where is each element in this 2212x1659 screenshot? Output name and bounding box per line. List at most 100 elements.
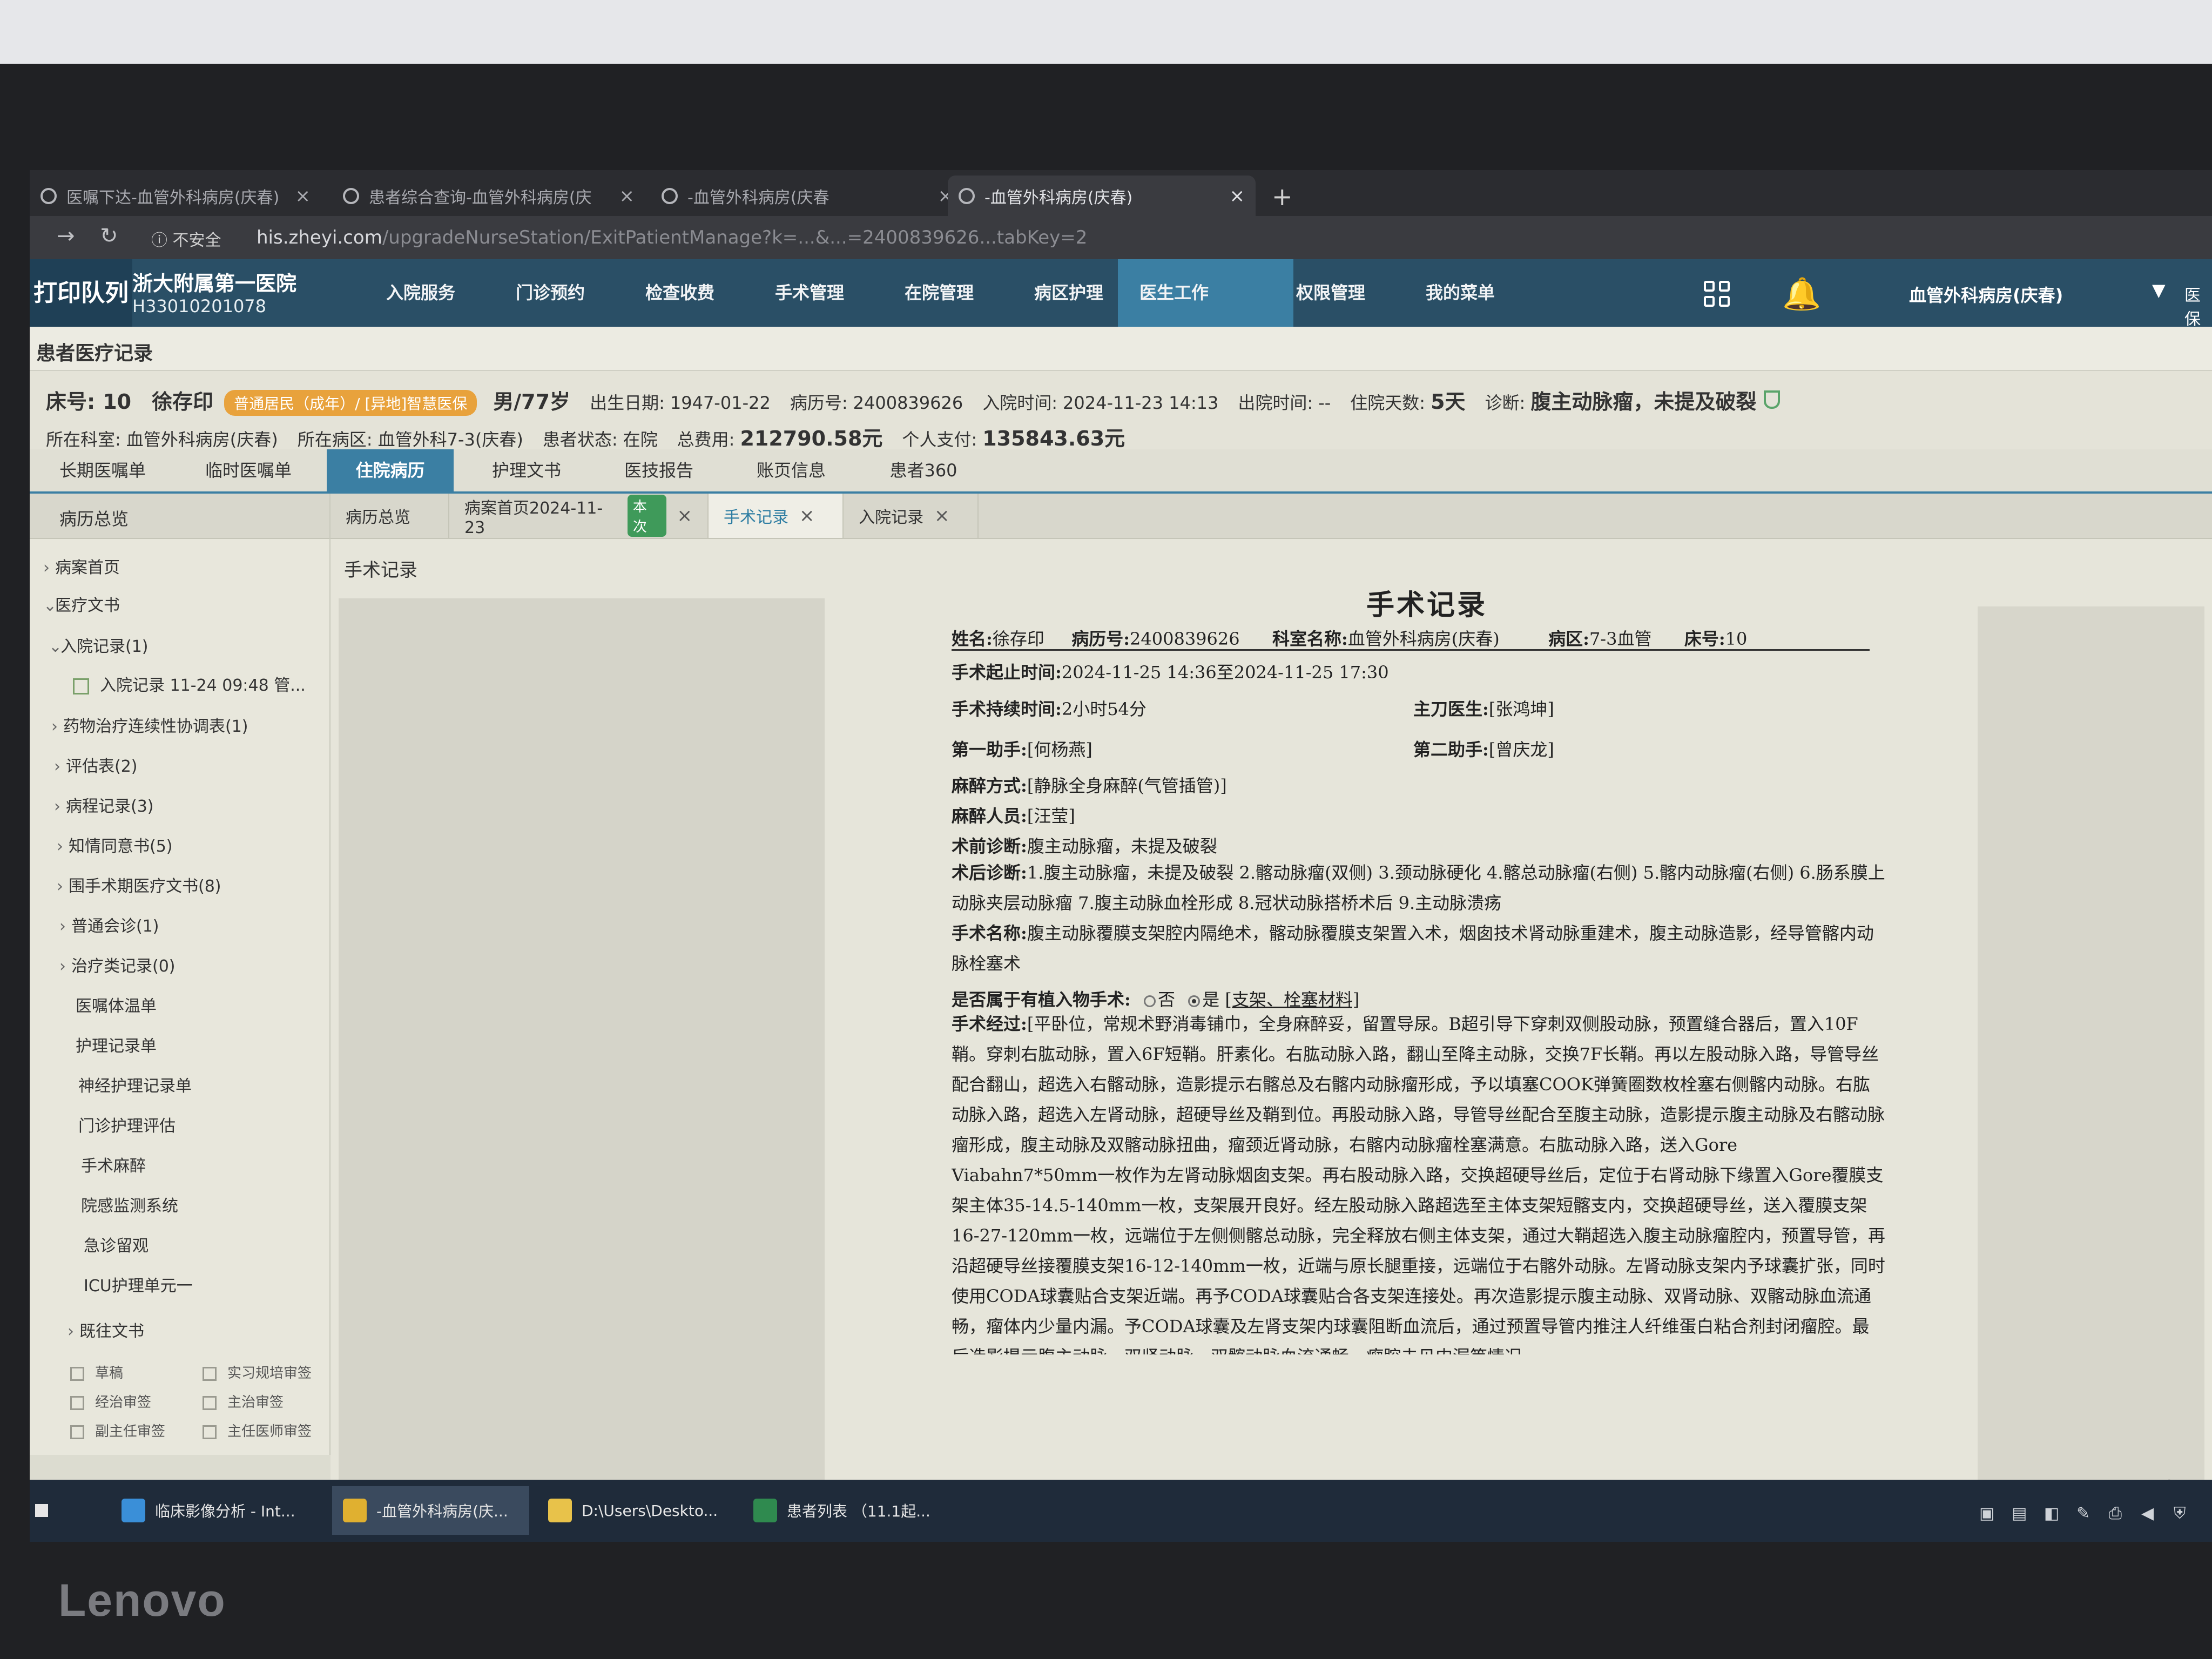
tree-item[interactable]: ⌄医疗文书	[43, 592, 120, 616]
reload-icon[interactable]: ↻	[100, 224, 118, 248]
menu-my-menu[interactable]: 我的菜单	[1404, 259, 1516, 327]
shield-icon[interactable]	[1764, 390, 1781, 409]
chevron-down-icon[interactable]: ▼	[2152, 280, 2166, 300]
tree-item[interactable]: 门诊护理评估	[78, 1112, 176, 1136]
field-label: 病历号:	[1071, 629, 1130, 649]
close-icon[interactable]: ×	[934, 505, 950, 527]
tree-item[interactable]: 医嘱体温单	[76, 993, 157, 1016]
doc-tab-overview[interactable]: 病历总览	[331, 494, 449, 538]
close-icon[interactable]: ×	[677, 505, 693, 527]
page-title-bar: 患者医疗记录	[30, 327, 2212, 371]
tree-item[interactable]: › 既往文书	[68, 1318, 144, 1341]
app-header: 打印队列 浙大附属第一医院 H33010201078 入院服务 门诊预约 检查收…	[30, 259, 2212, 329]
tree-item[interactable]: 院感监测系统	[81, 1192, 178, 1216]
chevron-right-icon: ›	[59, 917, 66, 936]
tab-temporary-orders[interactable]: 临时医嘱单	[186, 449, 311, 491]
new-tab-icon[interactable]: +	[1272, 182, 1293, 211]
browser-tab[interactable]: -血管外科病房(庆春 ×	[651, 176, 964, 216]
tray-app-icon[interactable]: ▤	[2012, 1504, 2027, 1523]
menu-ward-nursing[interactable]: 病区护理	[1013, 259, 1125, 327]
bed-value: 10	[1725, 629, 1748, 649]
implant-detail-link[interactable]: [支架、栓塞材料]	[1225, 989, 1359, 1010]
close-icon[interactable]: ×	[799, 505, 815, 527]
tree-item-label: 急诊留观	[84, 1237, 149, 1256]
menu-outpatient[interactable]: 门诊预约	[494, 259, 606, 327]
menu-doctor-work[interactable]: 医生工作	[1118, 259, 1293, 327]
tree-item[interactable]: › 治疗类记录(0)	[59, 953, 176, 976]
legend-swatch-icon	[70, 1425, 84, 1439]
taskbar-item-ie[interactable]: 临床影像分析 - Int...	[111, 1486, 327, 1535]
tab-account-info[interactable]: 账页信息	[732, 449, 851, 491]
close-icon[interactable]: ×	[295, 185, 311, 207]
tray-printer-icon[interactable]: ⎙	[2109, 1504, 2122, 1523]
birth-label: 出生日期:	[590, 393, 665, 413]
field-label: 病区:	[1548, 629, 1589, 649]
url-path: /upgradeNurseStation/ExitPatientManage?k…	[382, 227, 1088, 248]
tray-shield-icon[interactable]: ⛨	[2174, 1504, 2186, 1523]
security-label: 不安全	[172, 231, 221, 250]
taskbar-item-excel[interactable]: 患者列表 （11.1起...	[743, 1486, 942, 1535]
browser-tab[interactable]: 医嘱下达-血管外科病房(庆春) ×	[30, 176, 321, 216]
ward-value: 血管外科7-3(庆春)	[377, 429, 523, 450]
assistant-2-value: [曾庆龙]	[1488, 739, 1554, 760]
tree-item[interactable]: › 病程记录(3)	[54, 793, 154, 817]
taskbar-item-explorer[interactable]: D:\Users\Deskto...	[537, 1486, 737, 1535]
menu-surgery[interactable]: 手术管理	[753, 259, 866, 327]
implant-yes-radio[interactable]	[1188, 995, 1201, 1007]
browser-tab-icon	[662, 187, 678, 204]
implant-yes-label: 是	[1202, 989, 1220, 1010]
tree-item-label: 病程记录(3)	[66, 797, 154, 816]
duration-line: 手术持续时间:2小时54分	[952, 696, 1147, 720]
tab-tech-reports[interactable]: 医技报告	[599, 449, 718, 491]
doc-tab-surgery-record[interactable]: 手术记录 ×	[709, 494, 844, 538]
browser-tab-active[interactable]: -血管外科病房(庆春) ×	[948, 176, 1256, 216]
tree-item[interactable]: 护理记录单	[76, 1033, 157, 1056]
tree-item[interactable]: › 知情同意书(5)	[57, 833, 173, 857]
tab-nursing-docs[interactable]: 护理文书	[467, 449, 586, 491]
tray-volume-icon[interactable]: ◀	[2141, 1504, 2154, 1523]
sidebar-header[interactable]: 病历总览	[30, 494, 329, 539]
tree-item[interactable]: › 病案首页	[43, 554, 120, 578]
tab-long-term-orders[interactable]: 长期医嘱单	[41, 449, 165, 491]
close-icon[interactable]: ×	[1230, 185, 1245, 207]
page-title: 患者医疗记录	[36, 342, 153, 365]
tree-item-document[interactable]: 入院记录 11-24 09:48 管...	[73, 672, 306, 696]
bed-label: 床号:	[46, 390, 96, 414]
print-queue-button[interactable]: 打印队列	[30, 259, 132, 327]
security-indicator[interactable]: ⓘ 不安全	[151, 227, 221, 251]
tab-patient-360[interactable]: 患者360	[864, 449, 983, 491]
tab-inpatient-record[interactable]: 住院病历	[327, 449, 454, 491]
doc-tab-case-front[interactable]: 病案首页2024-11-23 本次 ×	[449, 494, 709, 538]
tree-item[interactable]: 神经护理记录单	[78, 1073, 192, 1096]
surgery-period: 2024-11-25 14:36至2024-11-25 17:30	[1061, 662, 1389, 683]
insurance-badge: 普通居民（成年）/ [异地]智慧医保	[224, 390, 477, 416]
tree-item[interactable]: ICU护理单元一	[84, 1272, 193, 1296]
start-icon[interactable]	[35, 1504, 48, 1517]
forward-icon[interactable]: →	[57, 224, 75, 248]
tray-pen-icon[interactable]: ✎	[2076, 1504, 2090, 1523]
anesthesia-method: [静脉全身麻醉(气管插管)]	[1027, 775, 1227, 796]
taskbar-item-chrome[interactable]: -血管外科病房(庆...	[332, 1486, 529, 1535]
tree-item[interactable]: › 普通会诊(1)	[59, 913, 159, 936]
implant-no-radio[interactable]	[1144, 995, 1156, 1007]
tree-item[interactable]: › 药物治疗连续性协调表(1)	[51, 713, 248, 737]
tree-item[interactable]: 手术麻醉	[81, 1152, 146, 1176]
close-icon[interactable]: ×	[619, 185, 635, 207]
tree-item[interactable]: ⌄入院记录(1)	[49, 633, 149, 657]
department-selector[interactable]: 血管外科病房(庆春)	[1909, 282, 2063, 307]
tray-network-icon[interactable]: ▣	[1979, 1504, 1994, 1523]
menu-billing[interactable]: 检查收费	[624, 259, 736, 327]
tree-item[interactable]: › 围手术期医疗文书(8)	[57, 873, 221, 896]
tree-item[interactable]: 急诊留观	[84, 1232, 149, 1256]
apps-grid-icon[interactable]	[1704, 281, 1731, 308]
browser-tab[interactable]: 患者综合查询-血管外科病房(庆 ×	[332, 176, 645, 216]
doc-tab-admission-record[interactable]: 入院记录 ×	[844, 494, 979, 538]
record-header-line: 姓名:徐存印 病历号:2400839626 科室名称:血管外科病房(庆春) 病区…	[952, 625, 1747, 650]
menu-permissions[interactable]: 权限管理	[1274, 259, 1387, 327]
menu-admission[interactable]: 入院服务	[365, 259, 477, 327]
tray-app-icon[interactable]: ◧	[2044, 1504, 2059, 1523]
bell-icon[interactable]: 🔔	[1782, 275, 1821, 313]
menu-inpatient[interactable]: 在院管理	[883, 259, 995, 327]
tree-item[interactable]: › 评估表(2)	[54, 753, 138, 777]
url-field[interactable]: his.zheyi.com/upgradeNurseStation/ExitPa…	[257, 227, 1087, 248]
